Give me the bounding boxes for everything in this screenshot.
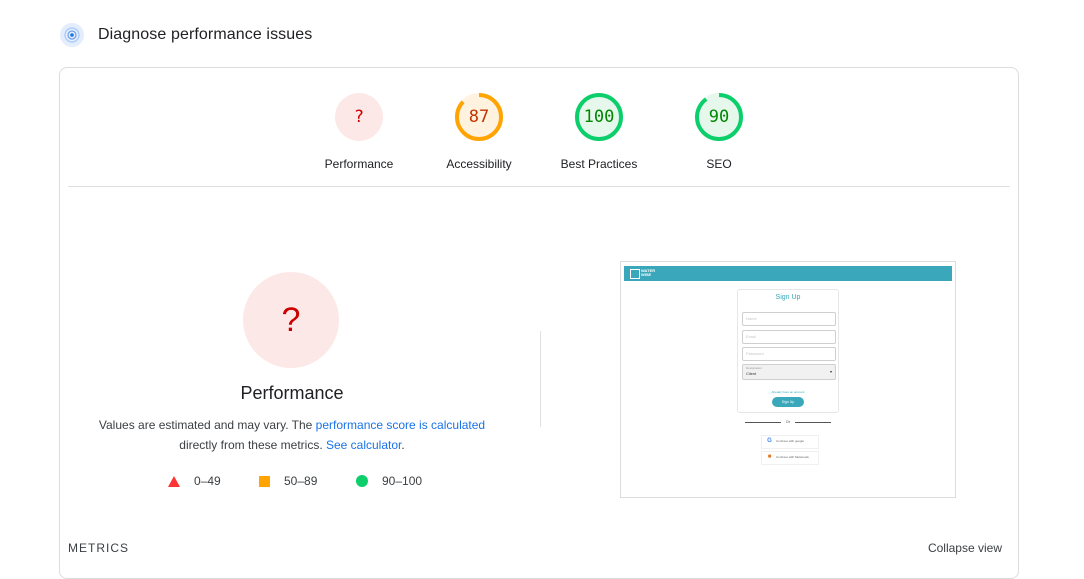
gauge-performance-label: Performance (324, 157, 394, 171)
triangle-icon (168, 475, 180, 487)
performance-big-gauge: ? (243, 272, 339, 368)
screenshot-name-placeholder: Name (746, 316, 757, 321)
screenshot-select-caption: Designation (746, 366, 762, 370)
score-calculated-link[interactable]: performance score is calculated (316, 418, 485, 432)
gauge-accessibility-label: Accessibility (446, 157, 512, 171)
screenshot-email-field: Email (742, 330, 836, 344)
screenshot-signup-form: Sign Up Name Email Password Designation … (737, 289, 839, 413)
gauge-best-practices-value: 100 (583, 107, 615, 127)
divider (68, 186, 1010, 187)
screenshot-metamask-label: Continue with Metamask (776, 455, 809, 459)
final-screenshot[interactable]: WATER WISE Sign Up Name Email Password D… (620, 261, 956, 498)
brand-logo-icon (630, 269, 640, 279)
gauge-best-practices-label: Best Practices (560, 157, 638, 171)
legend-pass: 90–100 (356, 474, 422, 488)
section-title: Diagnose performance issues (98, 26, 313, 43)
screenshot-select-value: Client (746, 371, 757, 376)
desc-text-1: Values are estimated and may vary. The (98, 418, 316, 432)
gauge-seo-label: SEO (706, 157, 732, 171)
legend-fail-label: 0–49 (194, 474, 221, 488)
gauge-performance-value: ? (353, 107, 365, 127)
google-icon: G (767, 438, 772, 444)
legend-average-label: 50–89 (284, 474, 318, 488)
metamask-icon: ■ (767, 454, 772, 460)
legend-pass-label: 90–100 (382, 474, 423, 488)
gauge-accessibility-value: 87 (468, 107, 490, 127)
screenshot-signup-button: Sign Up (772, 397, 804, 407)
screenshot-password-placeholder: Password (746, 351, 764, 356)
category-gauges: ? Performance 87 Accessibility 100 Best … (60, 68, 1018, 186)
screenshot-name-field: Name (742, 312, 836, 326)
lighthouse-icon (60, 23, 84, 47)
screenshot-or-divider: Or (745, 418, 831, 426)
gauge-best-practices[interactable]: 100 Best Practices (539, 91, 659, 171)
legend-fail: 0–49 (168, 474, 221, 488)
report-card: ? Performance 87 Accessibility 100 Best … (59, 67, 1019, 579)
gauge-seo[interactable]: 90 SEO (659, 91, 779, 171)
section-header: Diagnose performance issues (60, 22, 312, 48)
collapse-view-button[interactable]: Collapse view (928, 541, 1002, 555)
square-icon (259, 475, 270, 487)
desc-text-3: . (401, 438, 405, 452)
performance-description: Values are estimated and may vary. The p… (80, 415, 504, 455)
legend-average: 50–89 (259, 474, 317, 488)
gauge-performance[interactable]: ? Performance (299, 91, 419, 171)
screenshot-google-button: G Continue with google (761, 435, 819, 449)
performance-title: Performance (240, 383, 344, 403)
screenshot-form-title: Sign Up (775, 294, 801, 301)
screenshot-login-link: Already have an account (771, 390, 805, 394)
gauge-seo-value: 90 (708, 107, 730, 127)
score-legend: 0–49 50–89 90–100 (168, 474, 448, 494)
see-calculator-link[interactable]: See calculator (326, 438, 401, 452)
screenshot-navbar: WATER WISE (624, 266, 952, 281)
screenshot-designation-select: Designation Client ▾ (742, 364, 836, 380)
screenshot-password-field: Password (742, 347, 836, 361)
screenshot-brand: WATER WISE (641, 268, 656, 277)
screenshot-or-text: Or (785, 419, 791, 424)
vertical-divider (540, 331, 541, 427)
screenshot-metamask-button: ■ Continue with Metamask (761, 451, 819, 465)
desc-text-2: directly from these metrics. (179, 438, 326, 452)
chevron-down-icon: ▾ (829, 369, 832, 374)
gauge-accessibility[interactable]: 87 Accessibility (419, 91, 539, 171)
circle-icon (356, 475, 368, 487)
metrics-heading: METRICS (68, 541, 129, 555)
screenshot-google-label: Continue with google (776, 439, 805, 443)
screenshot-email-placeholder: Email (746, 334, 757, 339)
